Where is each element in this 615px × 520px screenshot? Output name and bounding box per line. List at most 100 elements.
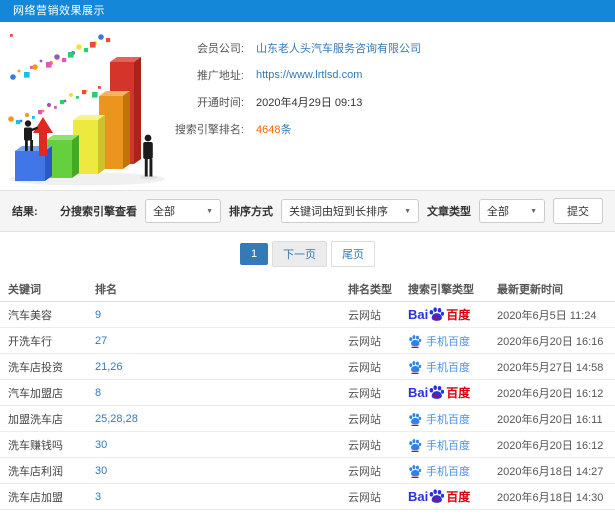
keyword-cell: 洗车店投资 bbox=[8, 361, 63, 374]
table-row: 加盟洗车店 25,28,28 云网站 手机百度 2020年6月20日 16:11 bbox=[0, 406, 615, 432]
ranking-count-value: 4648条 bbox=[256, 121, 291, 137]
baidu-logo-cn-text: 百度 bbox=[446, 308, 471, 322]
table-row: 洗车赚钱吗 30 云网站 手机百度 2020年6月20日 16:12 bbox=[0, 432, 615, 458]
rank-type-cell: 云网站 bbox=[348, 361, 381, 374]
promo-url-label: 推广地址: bbox=[196, 69, 244, 82]
updated-time-cell: 2020年6月20日 16:11 bbox=[497, 413, 603, 426]
promo-url-link[interactable]: https://www.lrtlsd.com bbox=[256, 69, 362, 81]
summary-section: 会员公司: 山东老人头汽车服务咨询有限公司 推广地址: https://www.… bbox=[0, 22, 615, 190]
rank-link[interactable]: 27 bbox=[95, 335, 107, 347]
rank-type-cell: 云网站 bbox=[348, 387, 381, 400]
search-engine-cell: Bai du 百度 bbox=[400, 488, 489, 505]
header-keyword: 关键词 bbox=[8, 283, 41, 296]
engine-select[interactable]: 全部 ▼ bbox=[145, 199, 221, 223]
rank-cell: 9 bbox=[87, 309, 340, 321]
member-company-label: 会员公司: bbox=[196, 42, 244, 55]
rank-cell: 25,28,28 bbox=[87, 413, 340, 425]
page-1-button[interactable]: 1 bbox=[239, 243, 269, 265]
table-body: 汽车美容 9 云网站 Bai du 百度 2020年6月5日 11:24 开洗车行 … bbox=[0, 302, 615, 510]
header-updated: 最新更新时间 bbox=[497, 283, 563, 296]
sort-select-value: 关键词由短到长排序 bbox=[289, 206, 388, 218]
baidu-logo-text: Bai bbox=[408, 489, 429, 504]
open-time-row: 开通时间: 2020年4月29日 09:13 bbox=[156, 88, 421, 115]
baidu-logo-cn-text: 百度 bbox=[446, 490, 471, 504]
keyword-cell: 洗车店加盟 bbox=[8, 491, 63, 504]
keyword-cell: 加盟洗车店 bbox=[8, 413, 63, 426]
mobile-baidu-label: 手机百度 bbox=[426, 465, 470, 478]
result-label: 结果: bbox=[12, 206, 38, 218]
page-header: 网络营销效果展示 bbox=[0, 0, 615, 22]
mobile-baidu-label: 手机百度 bbox=[426, 361, 470, 374]
confetti-dots bbox=[8, 34, 111, 125]
ranking-count-unit-link[interactable]: 条 bbox=[280, 124, 291, 136]
rank-cell: 27 bbox=[87, 335, 340, 347]
rank-type-cell: 云网站 bbox=[348, 491, 381, 504]
header-engine-type: 搜索引擎类型 bbox=[408, 283, 474, 296]
rank-link[interactable]: 30 bbox=[95, 465, 107, 477]
ranking-count-row: 搜索引擎排名: 4648条 bbox=[156, 115, 421, 142]
last-page-button[interactable]: 尾页 bbox=[331, 241, 376, 267]
member-company-link[interactable]: 山东老人头汽车服务咨询有限公司 bbox=[256, 40, 421, 56]
chevron-down-icon: ▼ bbox=[404, 207, 411, 215]
table-row: 汽车美容 9 云网站 Bai du 百度 2020年6月5日 11:24 bbox=[0, 302, 615, 328]
baidu-paw-icon: du bbox=[429, 489, 445, 503]
rank-cell: 30 bbox=[87, 465, 340, 477]
chevron-down-icon: ▼ bbox=[530, 207, 537, 215]
table-row: 洗车店加盟 3 云网站 Bai du 百度 2020年6月18日 14:30 bbox=[0, 484, 615, 510]
article-type-select-value: 全部 bbox=[487, 206, 509, 218]
engine-select-value: 全部 bbox=[153, 206, 175, 218]
filter-bar: 结果: 分搜索引擎查看 全部 ▼ 排序方式 关键词由短到长排序 ▼ 文章类型 全… bbox=[0, 190, 615, 232]
rank-type-cell: 云网站 bbox=[348, 335, 381, 348]
ranking-count-number: 4648 bbox=[256, 123, 281, 136]
rank-link[interactable]: 30 bbox=[95, 439, 107, 451]
baidu-logo-cn-text: 百度 bbox=[446, 386, 471, 400]
rank-link[interactable]: 3 bbox=[95, 491, 101, 503]
baidu-paw-icon bbox=[409, 334, 422, 348]
updated-time-cell: 2020年5月27日 14:58 bbox=[497, 361, 604, 374]
search-engine-cell: 手机百度 bbox=[400, 463, 489, 479]
rankings-table: 关键词 排名 排名类型 搜索引擎类型 最新更新时间 汽车美容 9 云网站 Bai… bbox=[0, 276, 615, 510]
rank-link[interactable]: 8 bbox=[95, 387, 101, 399]
baidu-paw-icon: du bbox=[429, 385, 445, 399]
search-engine-cell: 手机百度 bbox=[400, 437, 489, 453]
baidu-paw-icon bbox=[409, 360, 422, 374]
sort-select[interactable]: 关键词由短到长排序 ▼ bbox=[281, 199, 419, 223]
rank-type-cell: 云网站 bbox=[348, 309, 381, 322]
keyword-cell: 开洗车行 bbox=[8, 335, 52, 348]
svg-text:du: du bbox=[433, 392, 441, 399]
article-type-label: 文章类型 bbox=[427, 206, 471, 218]
promo-url-row: 推广地址: https://www.lrtlsd.com bbox=[156, 61, 421, 88]
rank-cell: 3 bbox=[87, 491, 340, 503]
rank-link[interactable]: 25,28,28 bbox=[95, 413, 138, 425]
table-row: 洗车店投资 21,26 云网站 手机百度 2020年5月27日 14:58 bbox=[0, 354, 615, 380]
rank-link[interactable]: 9 bbox=[95, 309, 101, 321]
article-type-select[interactable]: 全部 ▼ bbox=[479, 199, 545, 223]
keyword-cell: 汽车加盟店 bbox=[8, 387, 63, 400]
ranking-count-label: 搜索引擎排名: bbox=[174, 123, 244, 136]
engine-filter-label: 分搜索引擎查看 bbox=[60, 206, 137, 218]
rank-cell: 21,26 bbox=[87, 361, 340, 373]
rank-link[interactable]: 21,26 bbox=[95, 361, 123, 373]
baidu-logo-text: Bai bbox=[408, 307, 429, 322]
search-engine-cell: Bai du 百度 bbox=[400, 384, 489, 401]
next-page-button[interactable]: 下一页 bbox=[272, 241, 328, 267]
open-time-value: 2020年4月29日 09:13 bbox=[256, 96, 363, 109]
rank-cell: 8 bbox=[87, 387, 340, 399]
svg-text:du: du bbox=[433, 314, 441, 321]
header-rank: 排名 bbox=[95, 283, 117, 296]
sort-filter-label: 排序方式 bbox=[229, 206, 273, 218]
filter-controls: 分搜索引擎查看 全部 ▼ 排序方式 关键词由短到长排序 ▼ 文章类型 全部 ▼ … bbox=[60, 198, 603, 224]
baidu-paw-icon: du bbox=[429, 307, 445, 321]
table-row: 汽车加盟店 8 云网站 Bai du 百度 2020年6月20日 16:12 bbox=[0, 380, 615, 406]
updated-time-cell: 2020年6月18日 14:30 bbox=[497, 491, 604, 504]
table-row: 洗车店利润 30 云网站 手机百度 2020年6月18日 14:27 bbox=[0, 458, 615, 484]
rank-type-cell: 云网站 bbox=[348, 439, 381, 452]
keyword-cell: 汽车美容 bbox=[8, 309, 52, 322]
account-info: 会员公司: 山东老人头汽车服务咨询有限公司 推广地址: https://www.… bbox=[156, 34, 421, 142]
submit-button[interactable]: 提交 bbox=[553, 198, 603, 224]
rank-type-cell: 云网站 bbox=[348, 465, 381, 478]
updated-time-cell: 2020年6月20日 16:12 bbox=[497, 439, 604, 452]
mobile-baidu-label: 手机百度 bbox=[426, 439, 470, 452]
growth-chart-illustration bbox=[8, 34, 165, 186]
businessman-right bbox=[139, 134, 158, 180]
